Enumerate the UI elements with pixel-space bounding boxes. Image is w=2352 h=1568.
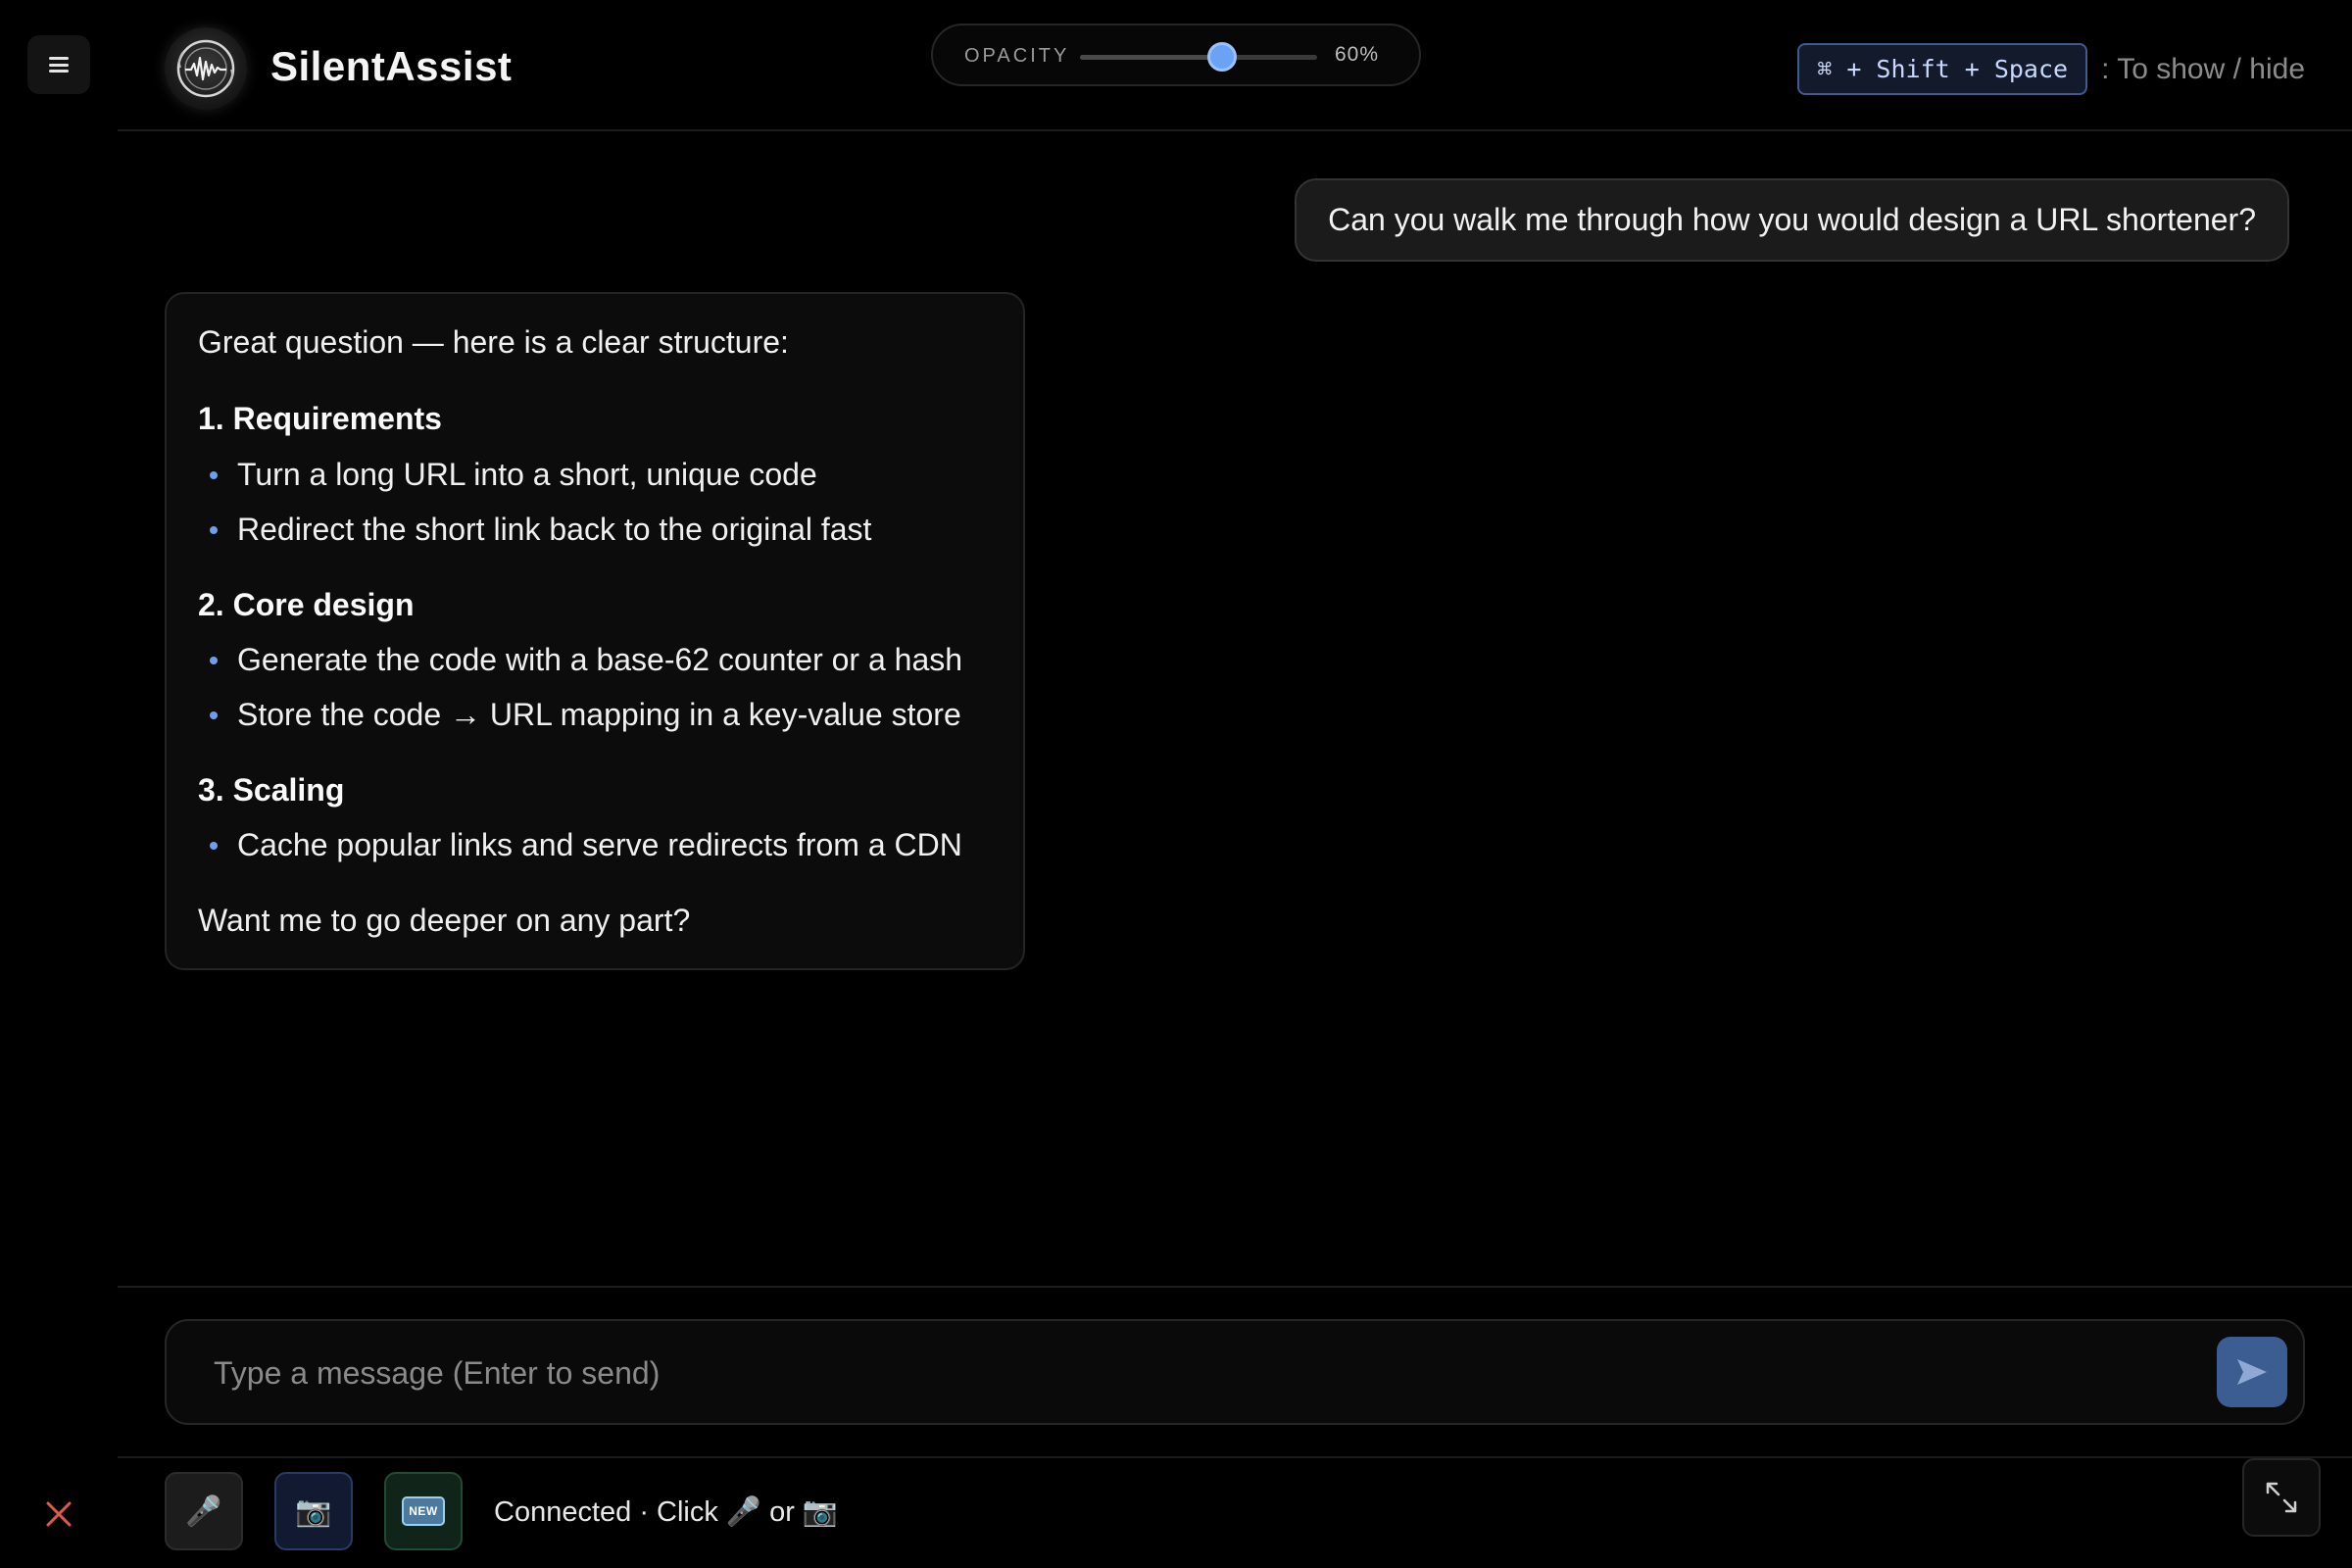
opacity-control: OPACITY 60% xyxy=(931,24,1421,86)
microphone-icon: 🎤 xyxy=(185,1494,222,1528)
header: SilentAssist OPACITY 60% ⌘ + Shift + Spa… xyxy=(118,0,2352,131)
section-scaling: 3. Scaling Cache popular links and serve… xyxy=(198,771,992,864)
divider xyxy=(118,1456,2352,1458)
opacity-slider-thumb[interactable] xyxy=(1207,42,1238,72)
menu-icon xyxy=(49,57,69,73)
screenshot-button[interactable]: 📷 xyxy=(274,1472,353,1550)
connection-status: Connected · Click 🎤 or 📷 xyxy=(494,1496,839,1528)
left-rail xyxy=(0,0,118,1568)
expand-icon xyxy=(2266,1482,2297,1513)
list-item: Generate the code with a base-62 counter… xyxy=(198,641,992,678)
assistant-intro: Great question — here is a clear structu… xyxy=(198,324,789,360)
list-item: Turn a long URL into a short, unique cod… xyxy=(198,456,992,493)
bullet-list: Cache popular links and serve redirects … xyxy=(198,826,992,863)
shortcut-hint: : To show / hide xyxy=(2101,52,2305,85)
new-chat-button[interactable]: NEW xyxy=(384,1472,463,1550)
assistant-outro: Want me to go deeper on any part? xyxy=(198,902,691,938)
camera-icon: 📷 xyxy=(295,1494,332,1528)
app-title: SilentAssist xyxy=(270,43,513,89)
list-item: Redirect the short link back to the orig… xyxy=(198,511,992,548)
bullet-list: Generate the code with a base-62 counter… xyxy=(198,641,992,734)
new-badge-icon: NEW xyxy=(402,1496,445,1526)
section-heading: 3. Scaling xyxy=(198,771,345,808)
send-icon xyxy=(2237,1359,2267,1385)
divider xyxy=(118,1286,2352,1288)
chat-area: Can you walk me through how you would de… xyxy=(118,133,2352,1286)
expand-button[interactable] xyxy=(2242,1458,2321,1537)
bullet-list: Turn a long URL into a short, unique cod… xyxy=(198,456,992,549)
shortcut-info: ⌘ + Shift + Space : To show / hide xyxy=(1797,43,2305,95)
list-item: Cache popular links and serve redirects … xyxy=(198,826,992,863)
close-button[interactable] xyxy=(41,1496,76,1532)
shortcut-keys: ⌘ + Shift + Space xyxy=(1797,43,2088,95)
message-input[interactable] xyxy=(214,1350,2076,1396)
list-item: Store the code → URL mapping in a key-va… xyxy=(198,696,992,733)
section-heading: 2. Core design xyxy=(198,586,415,622)
section-heading: 1. Requirements xyxy=(198,401,442,437)
send-button[interactable] xyxy=(2217,1337,2287,1407)
opacity-label: OPACITY xyxy=(964,45,1070,67)
waveform-logo-icon xyxy=(165,27,247,110)
app-window: SilentAssist OPACITY 60% ⌘ + Shift + Spa… xyxy=(0,0,2352,1568)
close-icon xyxy=(46,1501,72,1527)
user-message: Can you walk me through how you would de… xyxy=(1295,178,2289,262)
opacity-slider[interactable] xyxy=(1080,55,1317,60)
opacity-slider-fill xyxy=(1080,55,1223,60)
composer xyxy=(165,1319,2305,1425)
assistant-message: Great question — here is a clear structu… xyxy=(165,292,1025,970)
section-requirements: 1. Requirements Turn a long URL into a s… xyxy=(198,400,992,548)
menu-button[interactable] xyxy=(27,35,90,94)
microphone-button[interactable]: 🎤 xyxy=(165,1472,243,1550)
section-core-design: 2. Core design Generate the code with a … xyxy=(198,586,992,734)
opacity-value: 60% xyxy=(1335,43,1380,66)
